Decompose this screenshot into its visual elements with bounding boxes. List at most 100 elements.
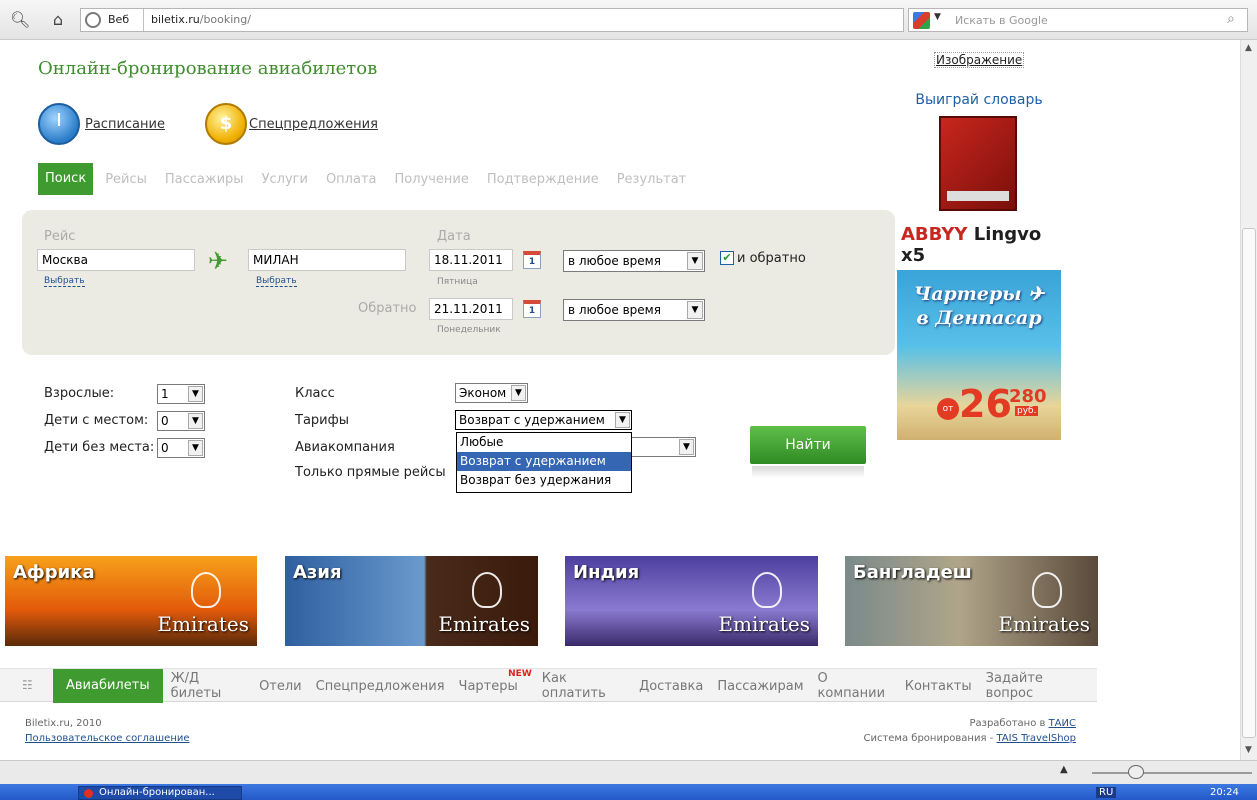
- nav-item-rail[interactable]: Ж/Д билеты: [171, 671, 245, 701]
- search-icon[interactable]: 🔍︎: [10, 10, 30, 30]
- user-agreement-link[interactable]: Пользовательское соглашение: [25, 733, 190, 744]
- language-indicator[interactable]: RU: [1096, 787, 1117, 798]
- return-label: Обратно: [358, 301, 417, 316]
- sitemap-icon[interactable]: ☷: [22, 678, 33, 692]
- chevron-down-icon[interactable]: ▼: [188, 440, 203, 456]
- class-value: Эконом: [459, 386, 507, 400]
- search-engine-label: Веб: [108, 13, 130, 26]
- from-city-input[interactable]: Москва: [37, 249, 195, 271]
- chevron-down-icon[interactable]: ▼: [511, 385, 526, 401]
- scroll-down-icon[interactable]: ▼: [1241, 743, 1256, 758]
- search-icon[interactable]: ⌕: [1227, 11, 1235, 27]
- address-bar[interactable]: Веб biletix.ru/booking/: [80, 8, 904, 32]
- home-icon[interactable]: ⌂: [48, 10, 68, 30]
- children-select[interactable]: 0 ▼: [157, 411, 205, 431]
- to-city-input[interactable]: МИЛАН: [248, 249, 406, 271]
- zoom-slider-knob[interactable]: [1128, 765, 1144, 779]
- software-box-image: [939, 116, 1017, 211]
- chevron-down-icon[interactable]: ▼: [687, 252, 703, 270]
- nav-item-avia[interactable]: Авиабилеты: [53, 669, 163, 703]
- flight-label: Рейс: [44, 229, 76, 244]
- date-label: Дата: [437, 229, 471, 244]
- calendar-icon[interactable]: 1: [523, 300, 541, 318]
- clock-icon[interactable]: [38, 103, 80, 145]
- banner-title: Африка: [13, 562, 95, 583]
- infants-label: Дети без места:: [44, 440, 155, 455]
- class-label: Класс: [295, 386, 335, 401]
- nav-item-charters[interactable]: Чартеры NEW: [459, 669, 532, 694]
- nav-item-ask[interactable]: Задайте вопрос: [986, 671, 1083, 701]
- system-link[interactable]: TAIS TravelShop: [996, 733, 1076, 744]
- calendar-icon[interactable]: 1: [523, 251, 541, 269]
- nav-item-delivery[interactable]: Доставка: [639, 679, 703, 694]
- nav-item-about[interactable]: О компании: [818, 671, 891, 701]
- tariff-dropdown-list[interactable]: Любые Возврат с удержанием Возврат без у…: [456, 432, 632, 493]
- return-time-select[interactable]: в любое время ▼: [563, 299, 705, 321]
- depart-time-select[interactable]: в любое время ▼: [563, 250, 705, 272]
- google-icon[interactable]: [913, 12, 930, 29]
- roundtrip-label[interactable]: и обратно: [737, 251, 806, 266]
- schedule-link[interactable]: Расписание: [85, 117, 165, 132]
- step-search[interactable]: Поиск: [38, 163, 94, 195]
- globe-icon: [85, 12, 101, 28]
- roundtrip-checkbox[interactable]: ✔: [720, 251, 734, 265]
- nav-item-contacts[interactable]: Контакты: [905, 679, 972, 694]
- booking-steps: Поиск Рейсы Пассажиры Услуги Оплата Полу…: [38, 163, 704, 195]
- special-offers-link[interactable]: Спецпредложения: [249, 117, 378, 132]
- infants-select[interactable]: 0 ▼: [157, 438, 205, 458]
- nav-item-passengers[interactable]: Пассажирам: [717, 679, 803, 694]
- developer-link[interactable]: ТАИС: [1049, 718, 1076, 729]
- chevron-down-icon[interactable]: ▼: [615, 412, 630, 428]
- web-search-box[interactable]: ▼ Искать в Google ⌕: [908, 8, 1248, 32]
- depart-date-input[interactable]: 18.11.2011: [429, 249, 513, 271]
- zoom-up-icon[interactable]: ▲: [1060, 764, 1068, 775]
- charter-ad-banner[interactable]: Чартеры ✈ в Денпасар от 26 280 руб.: [897, 270, 1061, 440]
- banner-india[interactable]: Индия Emirates: [565, 556, 818, 646]
- tariff-select[interactable]: Возврат с удержанием ▼: [455, 410, 632, 430]
- emirates-logo-icon: [1032, 572, 1062, 608]
- banner-brand: Emirates: [157, 612, 249, 636]
- taskbar-clock: 20:24: [1210, 787, 1239, 798]
- abbyy-ad-banner[interactable]: Выиграй словарь ABBYY Lingvo x5: [897, 84, 1061, 266]
- developer-credit: Разработано в ТАИС: [969, 718, 1076, 729]
- return-date-input[interactable]: 21.11.2011: [429, 298, 513, 320]
- banner-brand: Emirates: [438, 612, 530, 636]
- step-services: Услуги: [261, 171, 308, 187]
- class-select[interactable]: Эконом ▼: [455, 383, 528, 403]
- choose-to-link[interactable]: Выбрать: [256, 276, 297, 287]
- image-label[interactable]: Изображение: [934, 52, 1025, 68]
- address-url[interactable]: biletix.ru/booking/: [151, 13, 251, 26]
- scrollbar-thumb[interactable]: [1242, 228, 1256, 738]
- banner-title: Бангладеш: [853, 562, 972, 583]
- charter-ad-title: Чартеры ✈ в Денпасар: [913, 283, 1045, 329]
- tariff-option[interactable]: Возврат без удержания: [457, 471, 631, 490]
- tariff-option[interactable]: Любые: [457, 433, 631, 452]
- page-title: Онлайн-бронирование авиабилетов: [38, 58, 378, 79]
- choose-from-link[interactable]: Выбрать: [44, 276, 85, 287]
- tariff-option-selected[interactable]: Возврат с удержанием: [457, 452, 631, 471]
- nav-item-payment[interactable]: Как оплатить: [542, 671, 625, 701]
- chevron-down-icon[interactable]: ▼: [188, 386, 203, 402]
- nav-item-hotels[interactable]: Отели: [259, 679, 302, 694]
- chevron-down-icon[interactable]: ▼: [687, 301, 703, 319]
- banner-title: Азия: [293, 562, 342, 583]
- nav-item-special[interactable]: Спецпредложения: [316, 679, 445, 694]
- coin-icon[interactable]: $: [205, 103, 247, 145]
- chevron-down-icon[interactable]: ▼: [188, 413, 203, 429]
- banner-bangladesh[interactable]: Бангладеш Emirates: [845, 556, 1098, 646]
- zoom-slider[interactable]: [1092, 772, 1252, 774]
- chevron-down-icon[interactable]: ▼: [934, 12, 941, 22]
- airline-select[interactable]: ▼: [632, 437, 696, 457]
- banner-africa[interactable]: Африка Emirates: [5, 556, 257, 646]
- taskbar-app-button[interactable]: Онлайн-бронирован...: [78, 786, 242, 800]
- adults-select[interactable]: 1 ▼: [157, 384, 205, 404]
- chevron-down-icon[interactable]: ▼: [679, 439, 694, 455]
- depart-time-value: в любое время: [568, 254, 661, 268]
- step-payment: Оплата: [325, 171, 377, 187]
- banner-asia[interactable]: Азия Emirates: [285, 556, 538, 646]
- scroll-up-icon[interactable]: ▲: [1241, 41, 1256, 56]
- find-button[interactable]: Найти: [750, 426, 866, 464]
- infants-value: 0: [161, 441, 169, 455]
- web-search-input[interactable]: Искать в Google: [955, 14, 1048, 27]
- step-result: Результат: [616, 171, 687, 187]
